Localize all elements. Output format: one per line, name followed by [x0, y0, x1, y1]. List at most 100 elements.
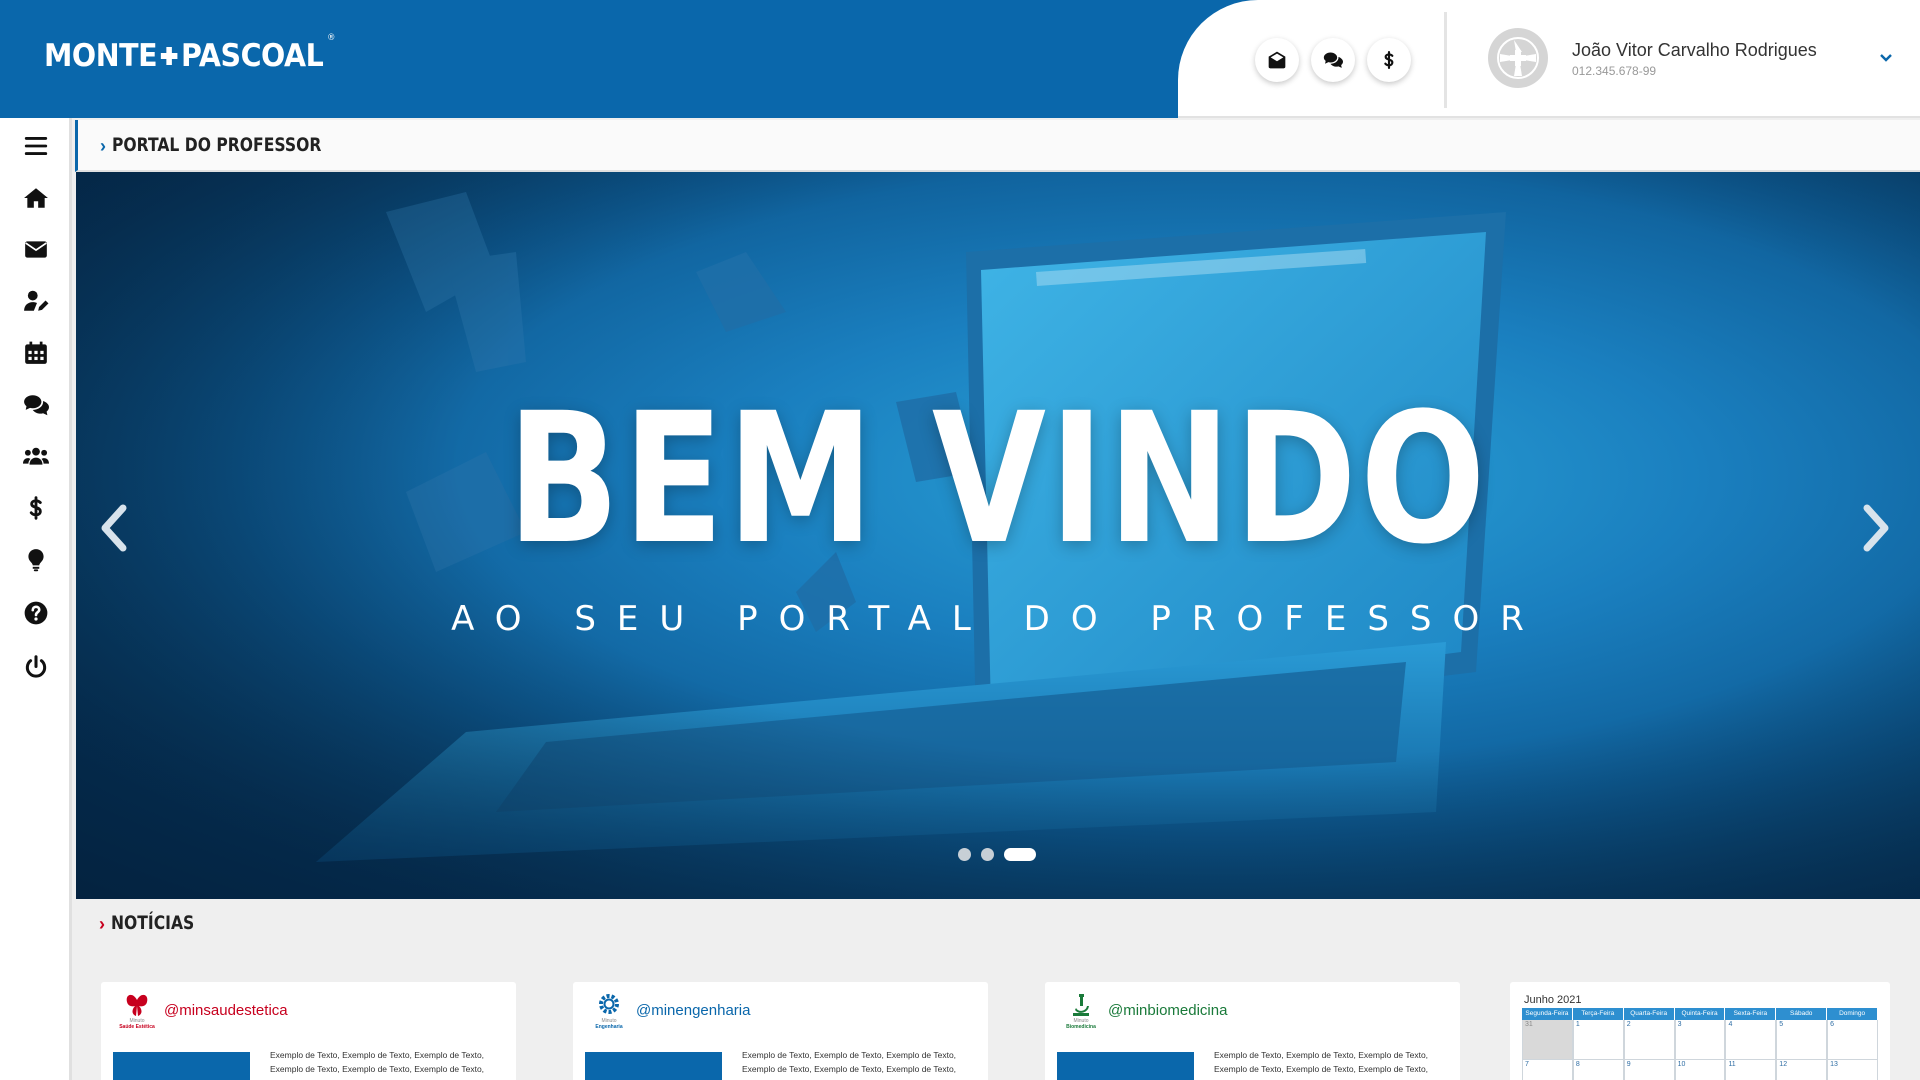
calendar-weekday: Quinta-Feira: [1674, 1008, 1726, 1020]
calendar-day[interactable]: 7: [1522, 1060, 1573, 1080]
sidebar-item-calendar[interactable]: [22, 339, 50, 367]
news-thumbnail[interactable]: [1057, 1052, 1194, 1080]
news-thumbnail[interactable]: [585, 1052, 722, 1080]
calendar-day[interactable]: 13: [1827, 1060, 1879, 1080]
menu-icon: [24, 137, 48, 155]
carousel-next-button[interactable]: [1856, 498, 1896, 558]
avatar[interactable]: [1488, 28, 1548, 88]
chevron-right-icon: ›: [99, 914, 105, 934]
user-menu-toggle[interactable]: [1878, 50, 1894, 66]
user-name: João Vitor Carvalho Rodrigues: [1572, 40, 1817, 60]
carousel-indicators: [958, 848, 1036, 861]
user-edit-icon: [24, 290, 49, 311]
dollar-icon: [29, 496, 42, 520]
sidebar-nav: [0, 118, 72, 1080]
finance-button[interactable]: [1367, 38, 1411, 82]
chevron-down-icon: [1880, 54, 1892, 62]
calendar-grid: Segunda-Feira Terça-Feira Quarta-Feira Q…: [1522, 1008, 1879, 1080]
news-excerpt: Exemplo de Texto, Exemplo de Texto, Exem…: [270, 1050, 485, 1074]
monte-pascoal-logo[interactable]: MONTE PASCOAL ®: [44, 33, 335, 74]
lightbulb-icon: [28, 549, 44, 572]
butterfly-icon: [126, 994, 148, 1016]
calendar-weekday: Domingo: [1827, 1008, 1879, 1020]
users-icon: [23, 447, 49, 465]
comments-icon: [24, 395, 49, 416]
sidebar-item-home[interactable]: [22, 184, 50, 212]
minuto-saude-estetica-logo: Minuto Saúde Estética: [115, 992, 159, 1034]
calendar-icon: [25, 341, 47, 364]
header-user-panel: João Vitor Carvalho Rodrigues 012.345.67…: [1178, 0, 1920, 118]
microscope-icon: [1073, 994, 1089, 1016]
order-cross-icon: [1497, 37, 1539, 79]
sidebar-menu-toggle[interactable]: [22, 132, 50, 160]
calendar-day[interactable]: 5: [1776, 1020, 1828, 1060]
header-divider: [1444, 12, 1447, 108]
sidebar-item-logout[interactable]: [22, 653, 50, 681]
home-icon: [24, 188, 48, 208]
breadcrumb: › PORTAL DO PROFESSOR: [75, 120, 1920, 172]
calendar-day[interactable]: 3: [1674, 1020, 1726, 1060]
news-brand-area: Engenharia: [595, 1024, 623, 1030]
news-section-title: NOTÍCIAS: [111, 912, 195, 934]
hero-title: BEM VINDO: [507, 375, 1489, 584]
page-title: PORTAL DO PROFESSOR: [112, 134, 322, 156]
gear-icon: [599, 994, 619, 1014]
news-excerpt: Exemplo de Texto, Exemplo de Texto, Exem…: [742, 1050, 957, 1074]
sidebar-item-messages[interactable]: [22, 235, 50, 263]
news-brand-area: Biomedicina: [1066, 1024, 1096, 1030]
power-icon: [25, 655, 47, 678]
sidebar-item-groups[interactable]: [22, 442, 50, 470]
chevron-right-icon: ›: [100, 136, 106, 156]
news-handle[interactable]: @minbiomedicina: [1108, 1002, 1227, 1019]
sidebar-item-profile[interactable]: [22, 287, 50, 315]
calendar-month-title: Junho 2021: [1524, 994, 1582, 1006]
news-brand-area: Saúde Estética: [119, 1024, 155, 1030]
carousel-dot-2[interactable]: [981, 848, 994, 861]
messages-button[interactable]: [1255, 38, 1299, 82]
carousel-dot-1[interactable]: [958, 848, 971, 861]
calendar-day[interactable]: 4: [1725, 1020, 1777, 1060]
carousel-dot-3[interactable]: [1004, 848, 1036, 861]
calendar-day[interactable]: 12: [1776, 1060, 1828, 1080]
calendar-header-row: Segunda-Feira Terça-Feira Quarta-Feira Q…: [1522, 1008, 1879, 1020]
news-card[interactable]: Minuto Engenharia @minengenharia Exemplo…: [573, 982, 988, 1080]
sidebar-item-ideas[interactable]: [22, 546, 50, 574]
news-excerpt: Exemplo de Texto, Exemplo de Texto, Exem…: [1214, 1050, 1429, 1074]
calendar-week-row: 7 8 9 10 11 12 13: [1522, 1060, 1879, 1080]
calendar-day[interactable]: 1: [1572, 1020, 1624, 1060]
minuto-biomedicina-logo: Minuto Biomedicina: [1059, 992, 1103, 1034]
question-icon: [24, 601, 48, 625]
news-handle[interactable]: @minsaudestetica: [164, 1002, 288, 1019]
calendar-weekday: Sexta-Feira: [1725, 1008, 1777, 1020]
calendar-day[interactable]: 9: [1623, 1060, 1675, 1080]
calendar-weekday: Terça-Feira: [1572, 1008, 1624, 1020]
hero-carousel[interactable]: BEM VINDO AO SEU PORTAL DO PROFESSOR: [76, 172, 1920, 899]
carousel-prev-button[interactable]: [94, 498, 134, 558]
chat-icon: [1323, 52, 1343, 68]
user-document-id: 012.345.678-99: [1572, 64, 1657, 78]
chat-button[interactable]: [1311, 38, 1355, 82]
mail-open-icon: [1268, 51, 1286, 69]
calendar-day[interactable]: 11: [1725, 1060, 1777, 1080]
calendar-day[interactable]: 10: [1674, 1060, 1726, 1080]
calendar-day[interactable]: 31: [1522, 1020, 1573, 1060]
calendar-day[interactable]: 2: [1623, 1020, 1675, 1060]
logo-text-right: PASCOAL: [181, 38, 324, 74]
hero-subtitle: AO SEU PORTAL DO PROFESSOR: [451, 599, 1545, 639]
news-handle[interactable]: @minengenharia: [636, 1002, 750, 1019]
chevron-right-icon: [1863, 504, 1889, 552]
news-thumbnail[interactable]: [113, 1052, 250, 1080]
sidebar-item-help[interactable]: [22, 599, 50, 627]
sidebar-item-finance[interactable]: [22, 494, 50, 522]
minuto-engenharia-logo: Minuto Engenharia: [587, 992, 631, 1034]
calendar-weekday: Sábado: [1776, 1008, 1828, 1020]
calendar-weekday: Quarta-Feira: [1623, 1008, 1675, 1020]
calendar-day[interactable]: 8: [1572, 1060, 1624, 1080]
envelope-icon: [25, 241, 47, 258]
top-header: MONTE PASCOAL ® João Vitor Carvalho Rodr…: [0, 0, 1920, 118]
calendar-week-row: 31 1 2 3 4 5 6: [1522, 1020, 1879, 1060]
sidebar-item-chat[interactable]: [22, 391, 50, 419]
news-card[interactable]: Minuto Biomedicina @minbiomedicina Exemp…: [1045, 982, 1460, 1080]
calendar-day[interactable]: 6: [1827, 1020, 1879, 1060]
news-card[interactable]: Minuto Saúde Estética @minsaudestetica E…: [101, 982, 516, 1080]
